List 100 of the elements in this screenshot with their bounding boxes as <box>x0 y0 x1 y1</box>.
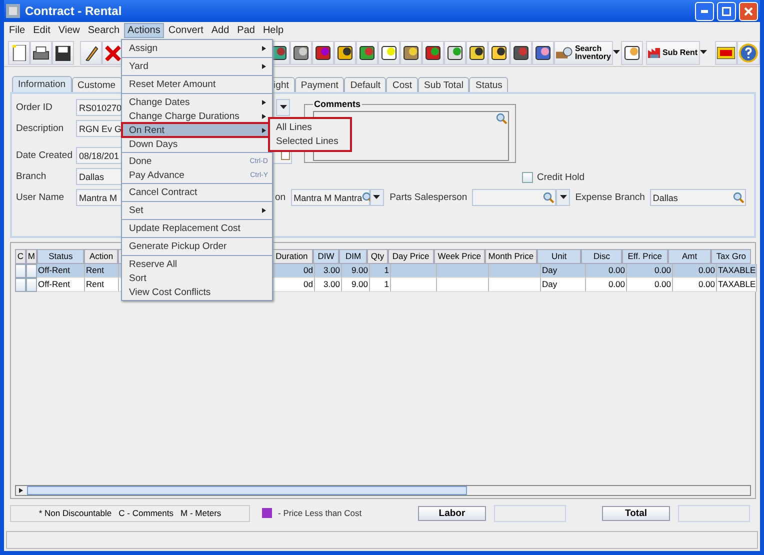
toolbar-button[interactable] <box>444 40 466 64</box>
column-header[interactable]: Tax Gro <box>711 249 751 264</box>
column-header[interactable]: M <box>26 249 37 264</box>
menu-item[interactable]: Add <box>207 23 234 38</box>
dropdown-arrow-icon <box>280 105 286 110</box>
toolbar-button[interactable] <box>52 40 74 64</box>
checkbox[interactable] <box>15 278 26 292</box>
column-header[interactable]: Day Price <box>388 249 434 264</box>
menu-item[interactable]: Generate Pickup Order <box>122 239 272 254</box>
search-inventory-button[interactable]: Search Inventory <box>554 40 613 64</box>
column-header[interactable]: Month Price <box>485 249 537 264</box>
toolbar-button[interactable] <box>8 40 30 64</box>
column-header[interactable]: Qty <box>367 249 388 264</box>
labor-field[interactable] <box>494 504 566 522</box>
menu-item[interactable]: Yard <box>122 59 272 74</box>
tab[interactable]: Sub Total <box>418 77 470 92</box>
column-header[interactable]: Amt <box>668 249 712 264</box>
menu-item[interactable]: File <box>5 23 30 38</box>
menu-item[interactable]: All Lines <box>270 121 350 134</box>
total-field[interactable] <box>678 504 750 522</box>
toolbar-button[interactable] <box>510 40 532 64</box>
checkbox[interactable] <box>26 264 37 278</box>
column-header[interactable]: Eff. Price <box>622 249 668 264</box>
column-header[interactable]: Week Price <box>434 249 486 264</box>
column-header[interactable]: Unit <box>536 249 582 264</box>
field-label: Description <box>16 123 65 134</box>
help-button[interactable] <box>737 40 760 64</box>
toolbar-button[interactable] <box>378 40 400 64</box>
toolbar-button[interactable] <box>400 40 422 64</box>
menu-item[interactable]: Cancel Contract <box>122 185 272 200</box>
search-icon[interactable] <box>496 113 507 124</box>
menu-item[interactable]: Down Days <box>122 137 272 151</box>
search-icon[interactable] <box>543 192 554 203</box>
menu-item[interactable]: Reset Meter Amount <box>122 77 272 92</box>
toolbar-button[interactable] <box>312 40 334 64</box>
checkbox[interactable] <box>26 278 37 292</box>
toolbar-button[interactable] <box>532 40 554 64</box>
column-header[interactable]: Duration <box>270 249 313 264</box>
menu-item[interactable]: Convert <box>164 23 208 38</box>
sub-rent-button[interactable]: Sub Rent <box>646 40 700 64</box>
text-field[interactable] <box>472 189 556 206</box>
tab[interactable]: Default <box>344 77 386 92</box>
toolbar-button[interactable] <box>80 40 102 64</box>
exit-button[interactable] <box>715 40 738 64</box>
tab[interactable]: Custome <box>72 77 122 92</box>
tab[interactable]: Payment <box>294 77 344 92</box>
menu-item[interactable]: Update Replacement Cost <box>122 221 272 236</box>
tab[interactable]: Cost <box>386 77 418 92</box>
column-header[interactable]: Disc <box>581 249 622 264</box>
column-header[interactable]: Status <box>36 249 84 264</box>
close-button[interactable] <box>739 2 758 20</box>
horizontal-scrollbar[interactable] <box>15 485 751 496</box>
table-cell: 3.00 <box>315 278 342 292</box>
dropdown-button[interactable] <box>370 189 384 206</box>
column-header[interactable]: DIW <box>312 249 340 264</box>
labor-button[interactable]: Labor <box>418 506 486 520</box>
toolbar-button[interactable] <box>356 40 378 64</box>
menu-item[interactable]: Help <box>258 23 288 38</box>
field-label: on <box>275 192 287 203</box>
table-cell <box>391 278 437 292</box>
toolbar-button[interactable] <box>422 40 444 64</box>
toolbar-button[interactable] <box>30 40 52 64</box>
checkbox[interactable] <box>522 172 533 183</box>
dropdown-button[interactable] <box>276 99 290 116</box>
menu-item[interactable]: Pad <box>233 23 259 38</box>
field-label: Parts Salesperson <box>390 192 468 203</box>
column-header[interactable]: Action <box>84 249 118 264</box>
tab[interactable]: Status <box>469 77 508 92</box>
calendar-icon[interactable] <box>281 151 290 160</box>
column-header[interactable]: C <box>15 249 26 264</box>
dropdown-button[interactable] <box>556 189 570 206</box>
menu-item[interactable]: Edit <box>29 23 54 38</box>
tab[interactable]: Information <box>12 76 72 92</box>
submenu-arrow-icon <box>261 114 268 118</box>
menu-item[interactable]: Assign <box>122 41 272 56</box>
dropdown-arrow-icon <box>560 195 567 200</box>
menu-item[interactable]: Change Dates <box>122 95 272 109</box>
toolbar-button[interactable] <box>488 40 510 64</box>
search-icon[interactable] <box>732 192 744 203</box>
legend-text: * Non Discountable C - Comments M - Meters <box>10 504 250 522</box>
toolbar-button[interactable] <box>290 40 312 64</box>
checkbox[interactable] <box>15 264 26 278</box>
delete-icon <box>105 44 121 60</box>
field-label: Branch <box>16 171 48 182</box>
factory-icon <box>648 46 660 60</box>
menu-item[interactable]: View <box>54 23 84 38</box>
menu-item[interactable]: Actions <box>124 23 164 38</box>
total-button[interactable]: Total <box>602 506 670 520</box>
menu-item[interactable]: Set <box>122 203 272 218</box>
menu-item[interactable]: Search <box>84 23 124 38</box>
text-field[interactable]: Mantra M Mantra <box>290 189 370 206</box>
toolbar-button[interactable] <box>334 40 356 64</box>
toolbar-button[interactable] <box>620 40 643 64</box>
column-header[interactable]: DIM <box>339 249 368 264</box>
toolbar-button[interactable] <box>466 40 488 64</box>
menu-item[interactable]: Change Charge Durations <box>122 109 272 123</box>
text-field[interactable]: Dallas <box>650 189 746 206</box>
minimize-button[interactable] <box>695 2 714 20</box>
maximize-button[interactable] <box>717 2 736 20</box>
menu-item[interactable]: Selected Lines <box>270 135 350 148</box>
